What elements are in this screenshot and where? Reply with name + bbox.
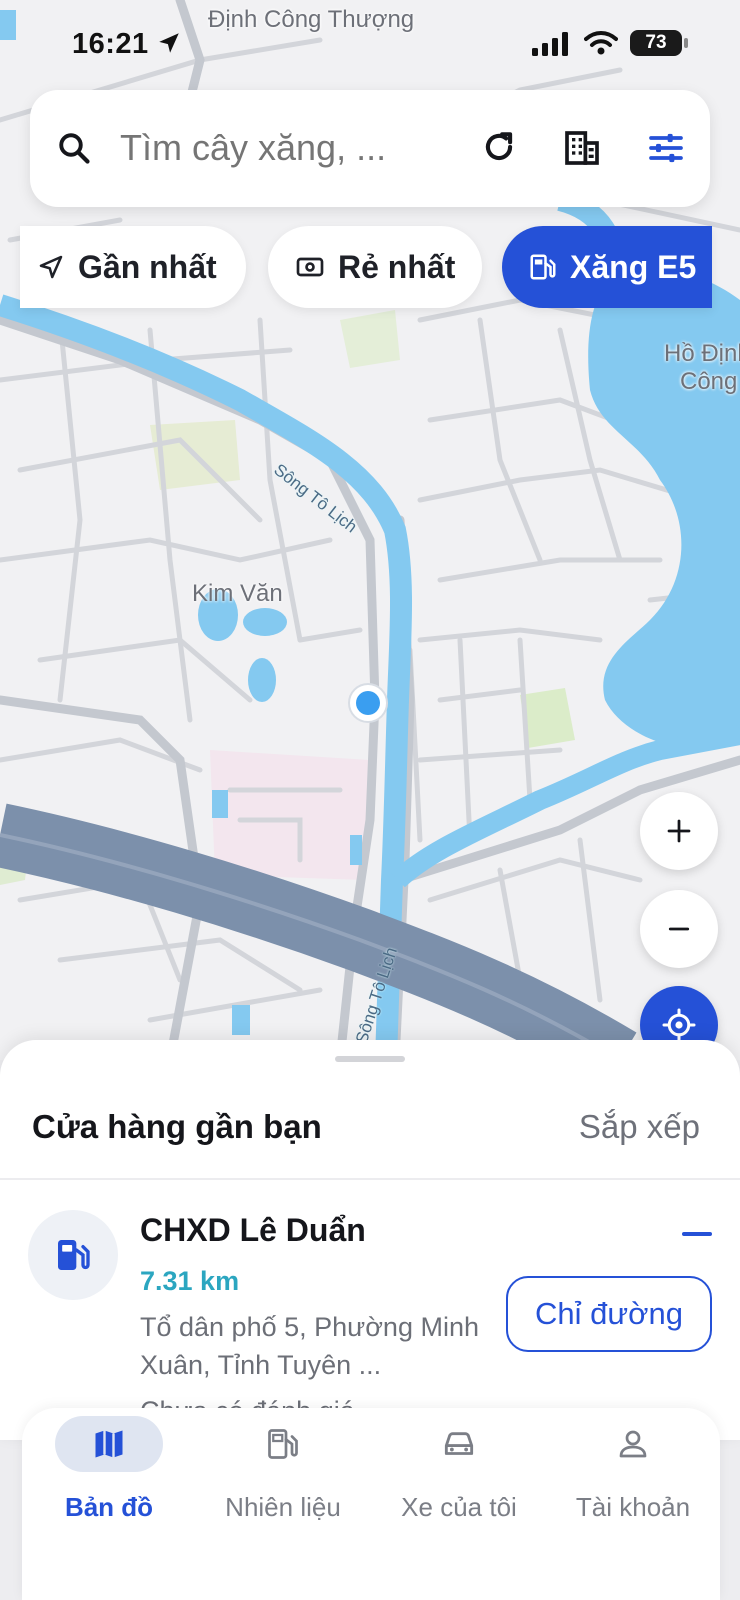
tab-fuel[interactable]: Nhiên liệu [196,1408,370,1528]
refresh-icon[interactable] [480,128,518,166]
battery-cap [684,38,688,48]
tab-fuel-label: Nhiên liệu [225,1492,341,1522]
navigation-arrow-icon [39,255,63,279]
status-time: 16:21 [72,28,149,60]
map-label-lake-line2: Công [680,368,738,395]
map-icon [95,1430,123,1458]
tab-fuel-icon-wrap [229,1416,337,1472]
location-arrow-icon [159,33,179,53]
fuel-pump-icon [58,1240,90,1270]
minus-icon [668,927,690,931]
car-icon [444,1432,474,1455]
tab-my-car-label: Xe của tôi [401,1492,517,1522]
tab-account-label: Tài khoản [575,1492,691,1522]
chip-fuel-e5-label: Xăng E5 [570,248,697,285]
tab-map[interactable]: Bản đồ [22,1408,196,1528]
person-icon [619,1430,647,1458]
tab-map-label: Bản đồ [64,1492,154,1522]
map-label-kim-van: Kim Văn [192,580,283,607]
tab-account-icon-wrap [579,1416,687,1472]
fuel-pump-icon [268,1429,298,1459]
battery-indicator: 73 [630,30,682,56]
chip-nearest-label: Gần nhất [78,248,217,285]
zoom-in-button[interactable] [640,792,718,870]
sheet-title: Cửa hàng gần bạn [32,1108,322,1145]
fuel-pump-icon [530,254,556,280]
chip-cheapest[interactable]: Rẻ nhất [268,226,482,308]
cash-icon [296,257,324,277]
wifi-icon [584,31,618,55]
station-avatar [28,1210,118,1300]
plus-icon [667,819,691,843]
zoom-out-button[interactable] [640,890,718,968]
station-address: Tổ dân phố 5, Phường Minh Xuân, Tỉnh Tuy… [140,1312,479,1380]
divider [0,1178,740,1180]
building-icon[interactable] [562,128,602,168]
station-distance: 7.31 km [140,1266,240,1296]
tab-map-icon-wrap [55,1416,163,1472]
status-bar: 16:21 73 [0,0,740,90]
tab-my-car[interactable]: Xe của tôi [372,1408,546,1528]
sort-button[interactable]: Sắp xếp [579,1108,700,1146]
station-name[interactable]: CHXD Lê Duẩn [140,1212,366,1249]
tab-account[interactable]: Tài khoản [546,1408,720,1528]
crosshair-icon [662,1008,696,1042]
directions-button[interactable]: Chỉ đường [506,1276,712,1352]
bottom-tab-bar: Bản đồ Nhiên liệu Xe của tôi Tài khoản [22,1408,720,1600]
search-bar [30,90,710,207]
search-icon[interactable] [56,130,92,166]
chip-fuel-e5[interactable]: Xăng E5 [502,226,712,308]
nearby-stations-sheet: Cửa hàng gần bạn Sắp xếp CHXD Lê Duẩn 7.… [0,1040,740,1440]
filter-icon[interactable] [646,128,686,168]
signal-icon [532,32,568,56]
chip-nearest[interactable]: Gần nhất [20,226,246,308]
map-label-lake-line1: Hồ Định [664,340,740,367]
chip-cheapest-label: Rẻ nhất [338,248,456,285]
tab-car-icon-wrap [405,1416,513,1472]
collapse-icon[interactable] [682,1232,712,1236]
search-input[interactable] [120,128,460,168]
sheet-drag-handle[interactable] [335,1056,405,1062]
